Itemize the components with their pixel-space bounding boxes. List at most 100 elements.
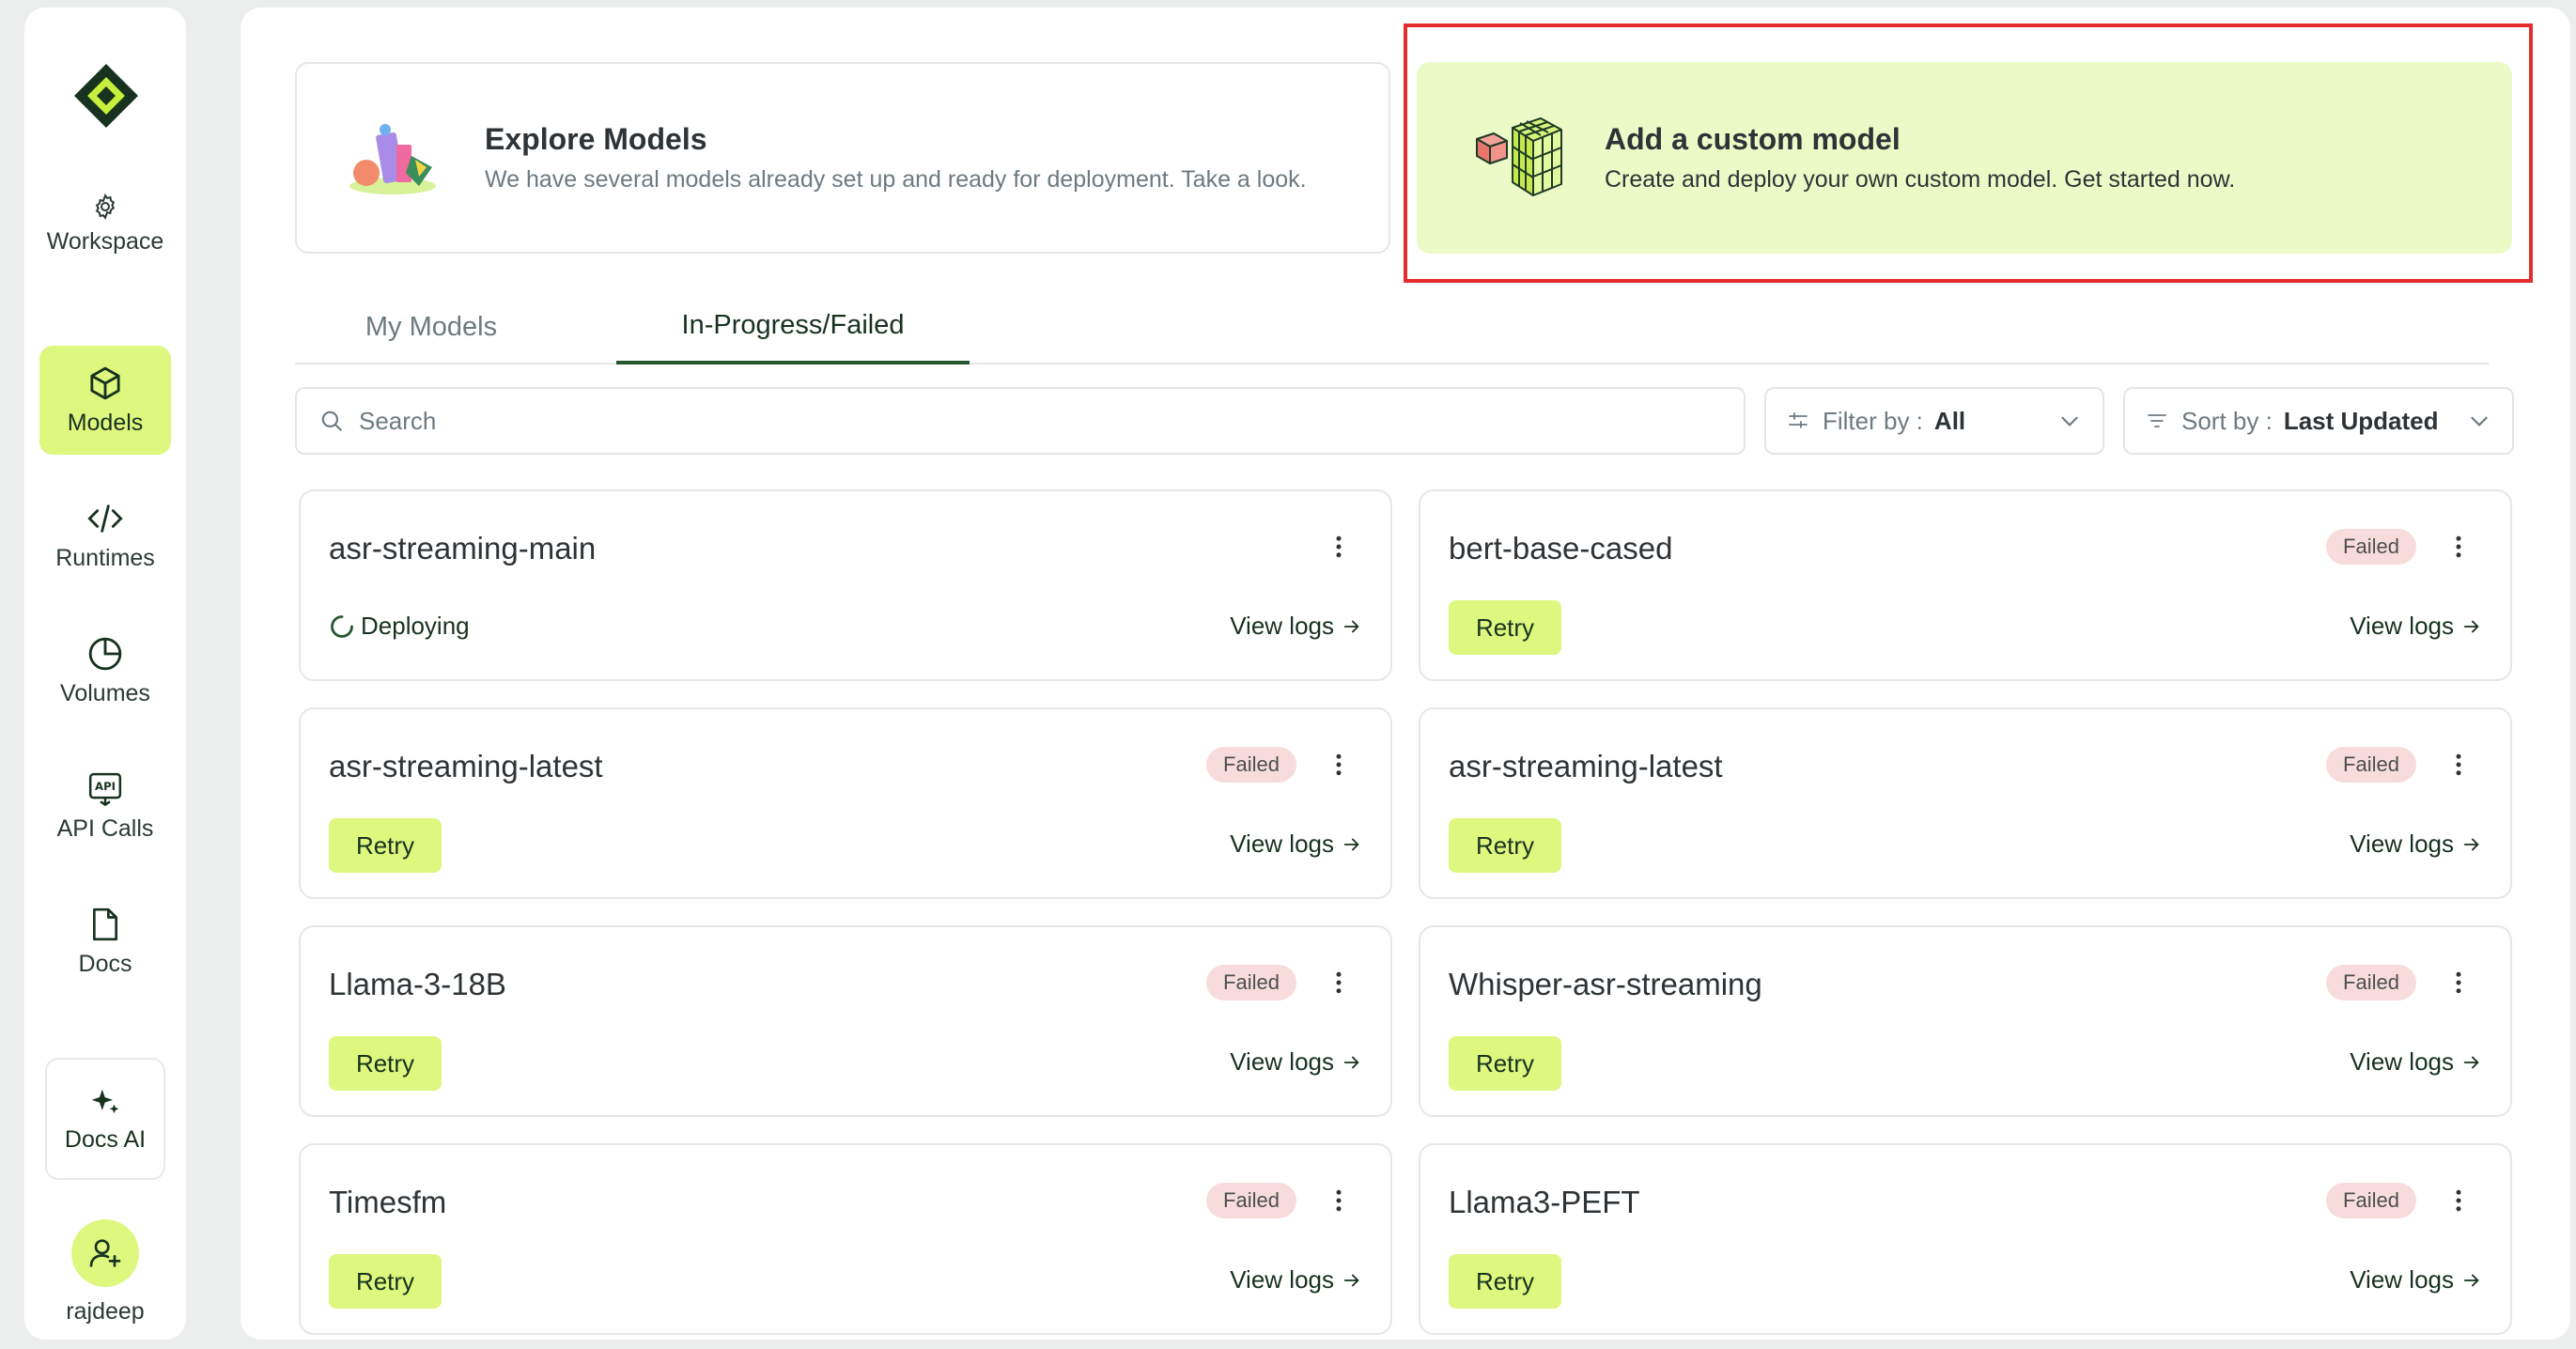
model-name: bert-base-cased xyxy=(1449,531,1673,566)
docs-ai-label: Docs AI xyxy=(64,1125,147,1153)
logo-icon[interactable] xyxy=(72,62,140,130)
cube-grid-illustration-icon xyxy=(1476,117,1562,196)
model-card[interactable]: Whisper-asr-streaming Failed Retry View … xyxy=(1419,925,2512,1117)
main-panel: Explore Models We have several models al… xyxy=(241,8,2570,1340)
arrow-right-icon xyxy=(2463,1274,2479,1286)
more-options-icon[interactable] xyxy=(2444,751,2473,779)
model-card[interactable]: Llama-3-18B Failed Retry View logs xyxy=(299,925,1392,1117)
tab-in-progress-failed[interactable]: In-Progress/Failed xyxy=(616,289,970,364)
sort-lines-icon xyxy=(2148,414,2166,427)
nav-api-calls[interactable]: API API Calls xyxy=(39,752,171,861)
model-name: Timesfm xyxy=(329,1185,447,1219)
view-logs-link[interactable]: View logs xyxy=(2350,612,2482,641)
add-custom-model-desc: Create and deploy your own custom model.… xyxy=(1605,166,2236,193)
nav-runtimes-label: Runtimes xyxy=(55,544,155,571)
search-input[interactable] xyxy=(359,406,1674,436)
model-card[interactable]: bert-base-cased Failed Retry View logs xyxy=(1419,489,2512,681)
nav-docs[interactable]: Docs xyxy=(39,887,171,996)
view-logs-label: View logs xyxy=(1230,830,1334,858)
retry-button[interactable]: Retry xyxy=(1449,1036,1561,1091)
failed-badge: Failed xyxy=(1206,965,1296,1000)
more-options-icon[interactable] xyxy=(1325,1186,1353,1215)
view-logs-link[interactable]: View logs xyxy=(2350,1047,2482,1077)
gear-icon xyxy=(95,193,116,220)
retry-button[interactable]: Retry xyxy=(329,818,442,873)
view-logs-link[interactable]: View logs xyxy=(1230,830,1362,859)
retry-button[interactable]: Retry xyxy=(1449,818,1561,873)
model-name: Llama-3-18B xyxy=(329,967,506,1001)
deploying-label: Deploying xyxy=(361,612,470,640)
pie-chart-icon xyxy=(88,637,122,670)
model-card[interactable]: asr-streaming-main Deploying View logs xyxy=(299,489,1392,681)
failed-badge: Failed xyxy=(2326,747,2416,783)
view-logs-link[interactable]: View logs xyxy=(1230,1047,1362,1077)
more-options-icon[interactable] xyxy=(1325,969,1353,997)
model-card[interactable]: Llama3-PEFT Failed Retry View logs xyxy=(1419,1143,2512,1335)
avatar[interactable] xyxy=(71,1219,139,1287)
search-box[interactable] xyxy=(295,387,1746,455)
sidebar: Workspace Models Runtimes Volumes API AP… xyxy=(24,8,186,1340)
user-name: rajdeep xyxy=(66,1298,145,1325)
retry-button[interactable]: Retry xyxy=(1449,600,1561,655)
view-logs-label: View logs xyxy=(2350,830,2454,858)
nav-runtimes[interactable]: Runtimes xyxy=(39,481,171,590)
tab-my-models[interactable]: My Models xyxy=(295,289,567,364)
document-icon xyxy=(93,907,117,940)
filter-label: Filter by : xyxy=(1823,406,1923,435)
nav-models[interactable]: Models xyxy=(39,346,171,455)
deploying-status: Deploying xyxy=(329,612,470,641)
chevron-down-icon xyxy=(2061,416,2078,426)
retry-button[interactable]: Retry xyxy=(329,1254,442,1309)
view-logs-label: View logs xyxy=(2350,612,2454,640)
model-name: asr-streaming-latest xyxy=(329,749,603,783)
nav-api-calls-label: API Calls xyxy=(56,814,154,842)
more-options-icon[interactable] xyxy=(1325,751,1353,779)
more-options-icon[interactable] xyxy=(2444,969,2473,997)
retry-button[interactable]: Retry xyxy=(329,1036,442,1091)
sort-dropdown[interactable]: Sort by : Last Updated xyxy=(2123,387,2514,455)
docs-ai-button[interactable]: Docs AI xyxy=(45,1058,165,1180)
model-name: Llama3-PEFT xyxy=(1449,1185,1640,1219)
arrow-right-icon xyxy=(1343,838,1359,850)
view-logs-link[interactable]: View logs xyxy=(1230,612,1362,641)
view-logs-link[interactable]: View logs xyxy=(2350,830,2482,859)
failed-badge: Failed xyxy=(1206,747,1296,783)
view-logs-label: View logs xyxy=(2350,1047,2454,1076)
failed-badge: Failed xyxy=(2326,529,2416,565)
filter-dropdown[interactable]: Filter by : All xyxy=(1764,387,2104,455)
model-name: Whisper-asr-streaming xyxy=(1449,967,1762,1001)
nav-volumes-label: Volumes xyxy=(60,679,150,706)
arrow-right-icon xyxy=(2463,620,2479,632)
search-icon xyxy=(321,411,342,431)
view-logs-link[interactable]: View logs xyxy=(2350,1265,2482,1295)
arrow-right-icon xyxy=(1343,1274,1359,1286)
model-card[interactable]: asr-streaming-latest Failed Retry View l… xyxy=(299,707,1392,899)
add-custom-model-title: Add a custom model xyxy=(1605,122,1901,156)
more-options-icon[interactable] xyxy=(2444,533,2473,561)
sliders-icon xyxy=(1789,412,1808,428)
user-add-icon xyxy=(89,1239,121,1267)
model-name: asr-streaming-main xyxy=(329,531,597,566)
user-profile[interactable]: rajdeep xyxy=(39,1219,171,1326)
explore-models-desc: We have several models already set up an… xyxy=(485,166,1307,193)
explore-models-banner[interactable]: Explore Models We have several models al… xyxy=(295,62,1390,254)
view-logs-label: View logs xyxy=(1230,1265,1334,1294)
arrow-right-icon xyxy=(1343,620,1359,632)
view-logs-link[interactable]: View logs xyxy=(1230,1265,1362,1295)
more-options-icon[interactable] xyxy=(2444,1186,2473,1215)
add-custom-model-banner[interactable]: Add a custom model Create and deploy you… xyxy=(1417,62,2512,254)
model-card[interactable]: asr-streaming-latest Failed Retry View l… xyxy=(1419,707,2512,899)
workspace-button[interactable]: Workspace xyxy=(39,169,171,278)
cube-icon xyxy=(90,366,120,399)
arrow-right-icon xyxy=(2463,1056,2479,1068)
chevron-down-icon xyxy=(2471,416,2488,426)
view-logs-label: View logs xyxy=(2350,1265,2454,1294)
nav-volumes[interactable]: Volumes xyxy=(39,616,171,725)
retry-button[interactable]: Retry xyxy=(1449,1254,1561,1309)
model-card[interactable]: Timesfm Failed Retry View logs xyxy=(299,1143,1392,1335)
sort-value: Last Updated xyxy=(2283,406,2439,435)
explore-models-title: Explore Models xyxy=(485,122,707,156)
more-options-icon[interactable] xyxy=(1325,533,1353,561)
filter-value: All xyxy=(1933,406,1966,435)
code-icon xyxy=(87,504,123,533)
